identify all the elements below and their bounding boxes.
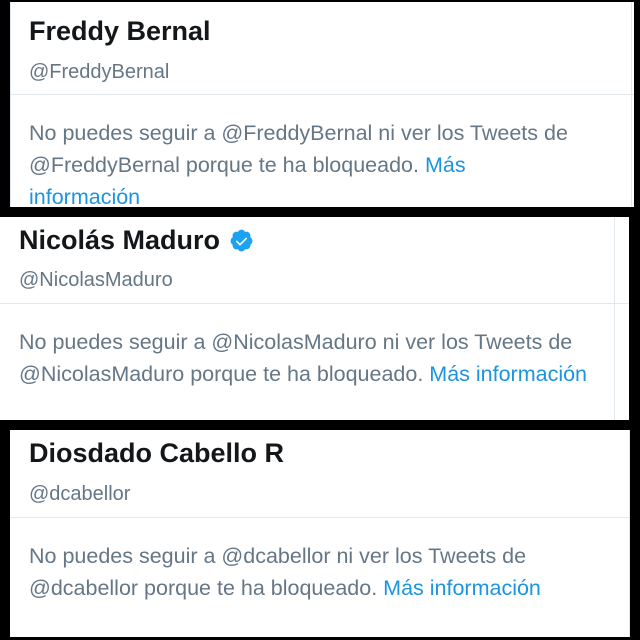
card-border-right xyxy=(614,217,615,420)
blocked-message: No puedes seguir a @dcabellor ni ver los… xyxy=(29,540,619,604)
profile-handle: @NicolasMaduro xyxy=(19,269,173,291)
profile-handle: @dcabellor xyxy=(29,483,131,505)
blocked-message: No puedes seguir a @FreddyBernal ni ver … xyxy=(29,117,569,207)
more-info-link[interactable]: Más información xyxy=(383,576,541,600)
blocked-message: No puedes seguir a @NicolasMaduro ni ver… xyxy=(19,326,594,390)
divider xyxy=(10,94,634,95)
card-border-left xyxy=(10,2,11,207)
profile-name-row: Nicolás Maduro xyxy=(19,225,254,256)
more-info-link[interactable]: Más información xyxy=(429,362,587,386)
divider xyxy=(10,517,630,518)
blocked-profile-card-nicolas-maduro: Nicolás Maduro @NicolasMaduro No puedes … xyxy=(0,217,629,420)
profile-name: Freddy Bernal xyxy=(29,16,211,46)
blocked-profile-card-freddy-bernal: Freddy Bernal @FreddyBernal No puedes se… xyxy=(10,2,634,207)
verified-badge-icon xyxy=(230,229,253,252)
profile-name: Nicolás Maduro xyxy=(19,225,221,255)
card-border-right xyxy=(631,2,632,207)
blocked-message-text: No puedes seguir a @FreddyBernal ni ver … xyxy=(29,121,568,177)
card-border-right xyxy=(629,430,630,637)
blocked-profile-card-diosdado-cabello: Diosdado Cabello R @dcabellor No puedes … xyxy=(10,430,630,637)
divider xyxy=(0,303,629,304)
profile-handle: @FreddyBernal xyxy=(29,61,170,83)
profile-name: Diosdado Cabello R xyxy=(29,438,285,468)
